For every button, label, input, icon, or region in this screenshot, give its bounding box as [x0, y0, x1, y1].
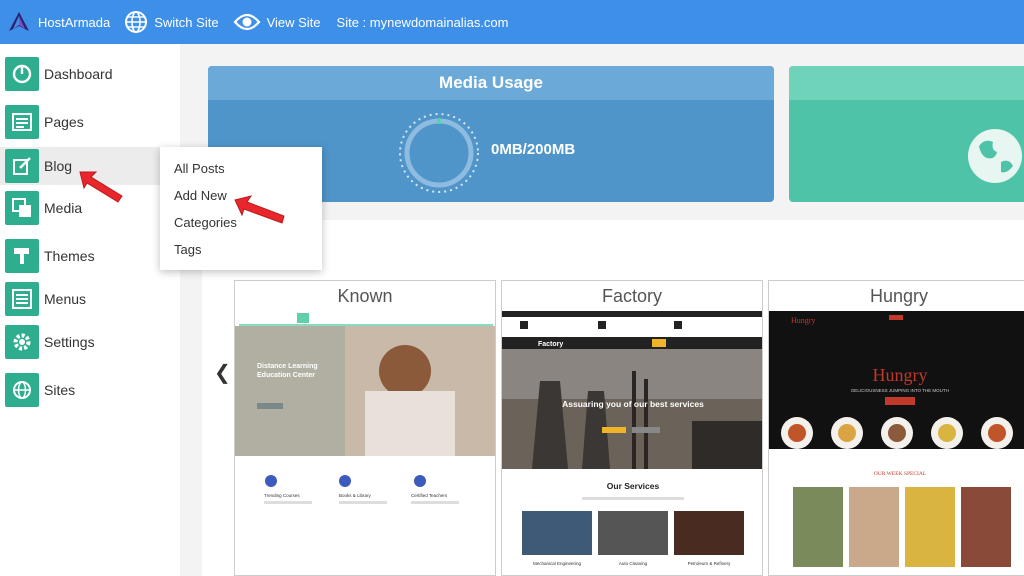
menus-icon: [5, 282, 39, 316]
themes-icon: [5, 239, 39, 273]
svg-text:Auto Cleaning: Auto Cleaning: [619, 561, 648, 566]
sidebar-item-sites[interactable]: Sites: [0, 371, 180, 409]
theme-preview-hungry: Hungry Hungry DELICIOUSNESS JUMPING INTO…: [769, 311, 1024, 575]
annotation-arrow-blog: [79, 171, 123, 203]
usage-value: 0MB/200MB: [491, 141, 576, 158]
view-site-label: View Site: [266, 14, 321, 30]
sidebar-item-pages[interactable]: Pages: [0, 103, 180, 141]
svg-text:Education Center: Education Center: [257, 372, 315, 379]
view-site-button[interactable]: View Site: [233, 12, 321, 32]
switch-site-label: Switch Site: [154, 14, 219, 30]
settings-icon: [5, 325, 39, 359]
theme-card-hungry[interactable]: Hungry Hungry Hungry DELICIOUSNESS JUMPI…: [768, 280, 1024, 576]
sidebar-item-label: Pages: [44, 114, 84, 130]
site-label: Site : mynewdomainalias.com: [336, 14, 509, 30]
themes-panel: ❮ Known Distance Learning Education Cent…: [202, 220, 1024, 576]
svg-text:Our Services: Our Services: [607, 481, 660, 491]
svg-text:Trending Courses: Trending Courses: [264, 493, 300, 498]
svg-text:Petroleum & Refinery: Petroleum & Refinery: [688, 561, 732, 566]
svg-text:Certified Teachers: Certified Teachers: [411, 493, 448, 498]
sites-card-header: [789, 66, 1024, 100]
svg-text:Mechanical Engineering: Mechanical Engineering: [533, 561, 582, 566]
theme-name: Factory: [601, 285, 662, 306]
media-icon: [5, 191, 39, 225]
sites-card: [789, 66, 1024, 202]
blog-icon: [5, 149, 39, 183]
sidebar-item-menus[interactable]: Menus: [0, 280, 180, 318]
usage-ring-icon: [399, 113, 479, 193]
sidebar-item-label: Dashboard: [44, 66, 113, 82]
main-content: Media Usage 0MB/200MB ❮ Known Distance L…: [180, 44, 1024, 576]
svg-text:OUR WEEK SPECIAL: OUR WEEK SPECIAL: [874, 471, 927, 477]
brand-name: HostArmada: [38, 14, 111, 30]
chevron-left-icon[interactable]: ❮: [214, 360, 231, 385]
theme-card-known[interactable]: Known Distance Learning Education Center…: [234, 280, 496, 576]
top-bar: HostArmada Switch Site View Site Site : …: [0, 0, 1024, 44]
svg-text:Hungry: Hungry: [791, 316, 815, 325]
theme-card-factory[interactable]: Factory Factory Assuaring you of our bes…: [501, 280, 763, 576]
submenu-item-tags[interactable]: Tags: [160, 236, 322, 263]
globe-icon: [968, 129, 1022, 183]
theme-name: Hungry: [869, 285, 929, 306]
sidebar-item-label: Themes: [44, 248, 95, 264]
sidebar-item-dashboard[interactable]: Dashboard: [0, 55, 180, 93]
theme-name: Known: [337, 285, 393, 306]
sidebar: Dashboard Pages Blog Media Themes Menus: [0, 44, 180, 576]
brand[interactable]: HostArmada: [8, 11, 110, 33]
sidebar-item-label: Settings: [44, 334, 95, 350]
svg-text:Hungry: Hungry: [873, 365, 928, 385]
svg-text:DELICIOUSNESS JUMPING INTO THE: DELICIOUSNESS JUMPING INTO THE MOUTH: [851, 388, 949, 393]
switch-site-button[interactable]: Switch Site: [124, 10, 219, 34]
dashboard-icon: [5, 57, 39, 91]
sidebar-item-label: Sites: [44, 382, 76, 398]
submenu-item-all-posts[interactable]: All Posts: [160, 155, 322, 182]
svg-text:Distance Learning: Distance Learning: [257, 363, 318, 370]
svg-text:Factory: Factory: [538, 341, 563, 348]
theme-preview-factory: Factory Assuaring you of our best servic…: [502, 311, 762, 575]
pages-icon: [5, 105, 39, 139]
sidebar-item-label: Blog: [44, 158, 73, 174]
eye-icon: [233, 13, 261, 31]
sidebar-item-label: Menus: [44, 291, 87, 307]
sidebar-item-settings[interactable]: Settings: [0, 323, 180, 361]
svg-text:Assuaring you of our best serv: Assuaring you of our best services: [562, 399, 704, 409]
annotation-arrow-add-new: [234, 195, 285, 224]
hostarmada-logo-icon: [9, 12, 29, 31]
theme-preview-known: Distance Learning Education Center Trend…: [235, 311, 495, 575]
sites-icon: [5, 373, 39, 407]
globe-icon: [125, 11, 148, 33]
svg-text:Books & Library: Books & Library: [339, 493, 372, 498]
sidebar-item-themes[interactable]: Themes: [0, 237, 180, 275]
media-usage-title: Media Usage: [208, 66, 774, 100]
